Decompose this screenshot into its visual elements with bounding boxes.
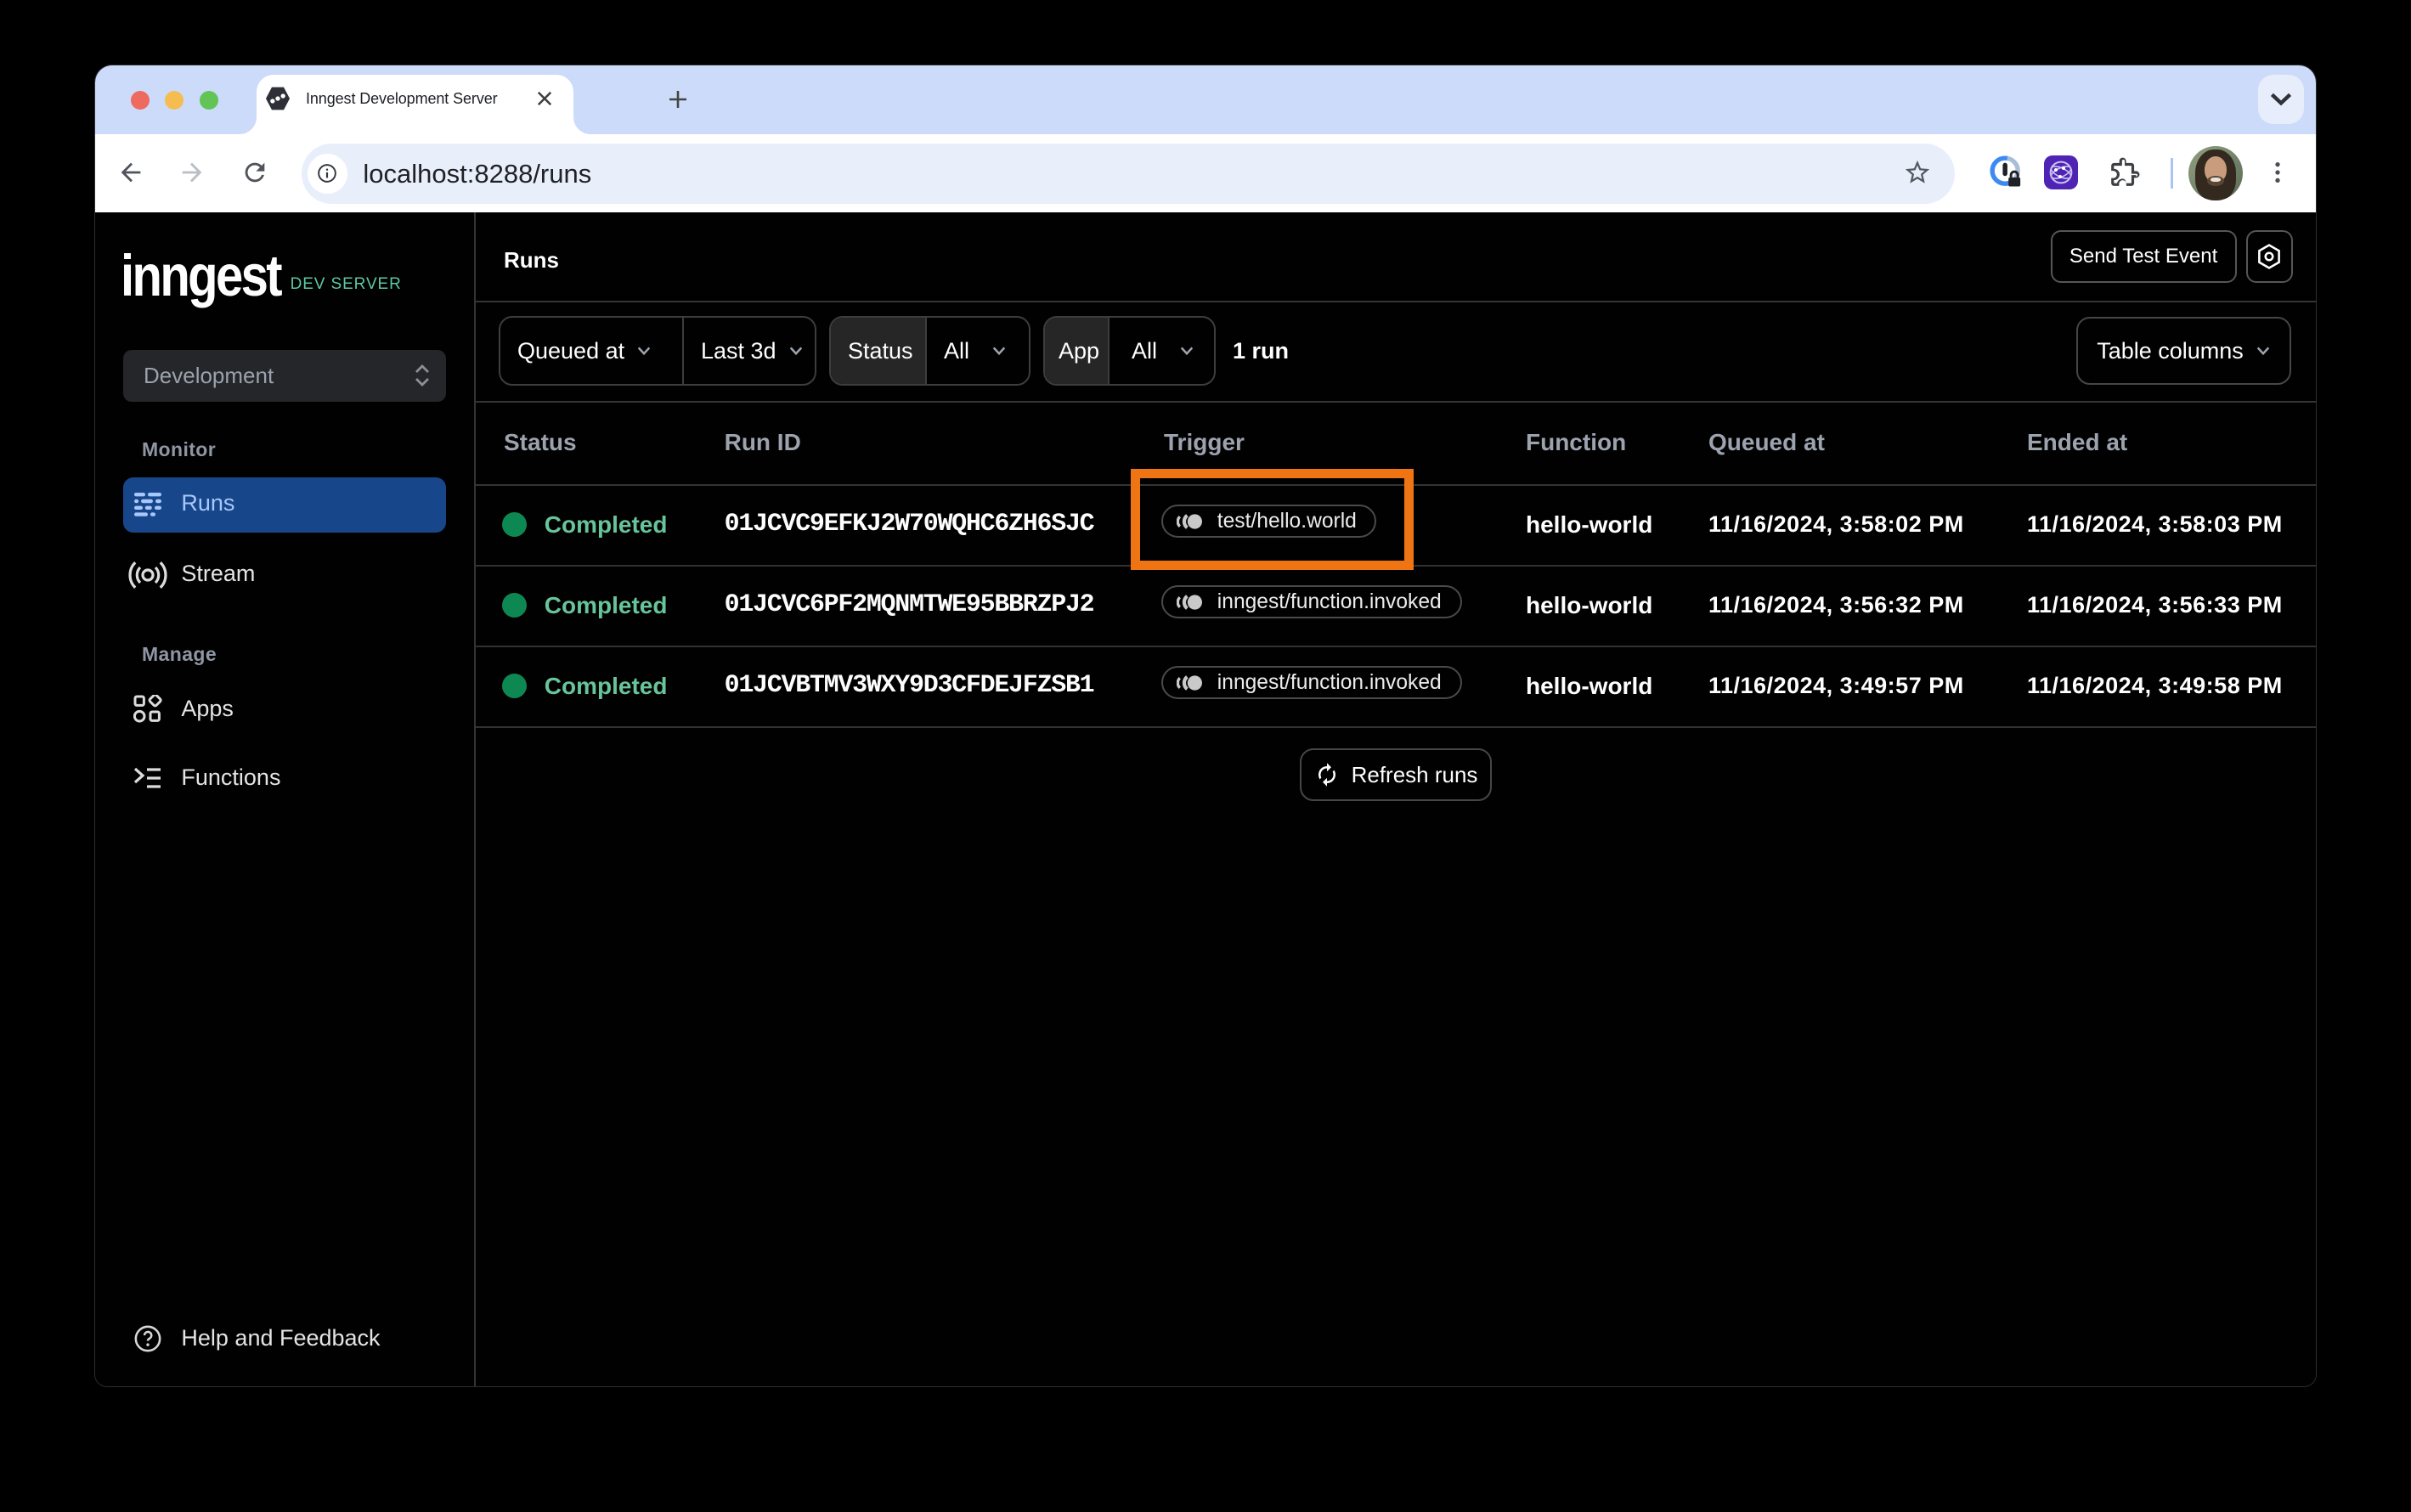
svg-text:inngest: inngest: [122, 245, 282, 309]
